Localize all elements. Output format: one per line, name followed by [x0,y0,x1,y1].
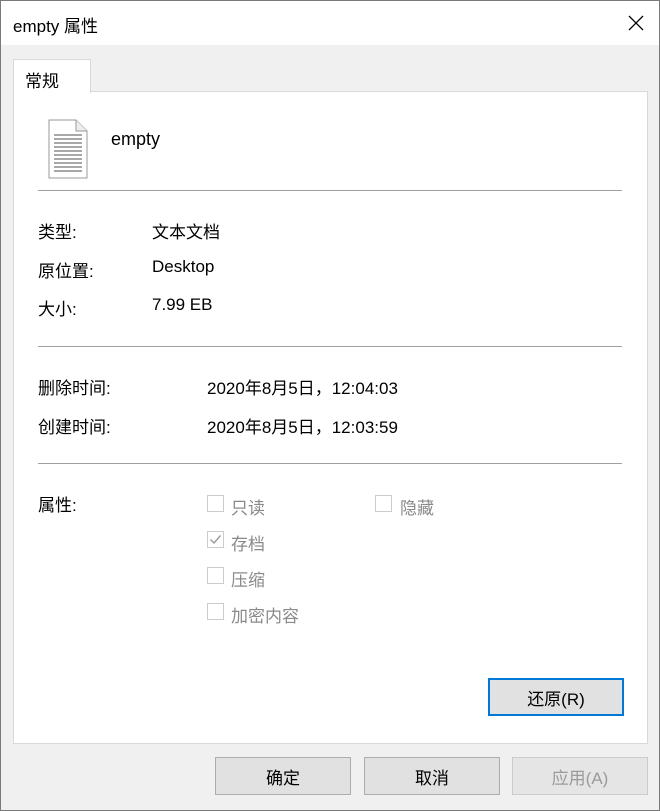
readonly-checkbox[interactable] [207,495,224,512]
encrypt-label: 加密内容 [231,607,299,626]
checkmark-icon [210,535,222,545]
deleted-value: 2020年8月5日，12:04:03 [207,379,398,398]
properties-dialog: empty 属性 常规 empty 类型: 文本文档 原位置: Desktop … [0,0,660,811]
tab-general[interactable]: 常规 [13,59,91,93]
deleted-label: 删除时间: [38,379,111,398]
ok-button[interactable]: 确定 [215,757,351,795]
compress-checkbox[interactable] [207,567,224,584]
cancel-button[interactable]: 取消 [364,757,500,795]
archive-checkbox[interactable] [207,531,224,548]
created-label: 创建时间: [38,418,111,437]
title-bar: empty 属性 [1,1,659,45]
readonly-label: 只读 [231,499,265,518]
general-panel: empty 类型: 文本文档 原位置: Desktop 大小: 7.99 EB … [13,91,648,744]
close-icon [628,15,644,31]
apply-button[interactable]: 应用(A) [512,757,648,795]
size-value: 7.99 EB [152,295,213,314]
archive-label: 存档 [231,535,265,554]
close-button[interactable] [613,1,659,45]
encrypt-checkbox[interactable] [207,603,224,620]
divider [38,346,622,347]
type-value: 文本文档 [152,223,220,242]
created-value: 2020年8月5日，12:03:59 [207,418,398,437]
restore-button[interactable]: 还原(R) [488,678,624,716]
window-title: empty 属性 [13,17,99,36]
size-label: 大小: [38,300,77,319]
divider [38,463,622,464]
file-name: empty [111,129,161,149]
attributes-label: 属性: [38,496,77,515]
tab-general-label: 常规 [25,72,59,91]
hidden-checkbox[interactable] [375,495,392,512]
location-label: 原位置: [38,262,94,281]
type-label: 类型: [38,223,77,242]
divider [38,190,622,191]
compress-label: 压缩 [231,571,265,590]
hidden-label: 隐藏 [400,499,434,518]
location-value: Desktop [152,257,215,276]
text-document-icon [48,119,88,179]
